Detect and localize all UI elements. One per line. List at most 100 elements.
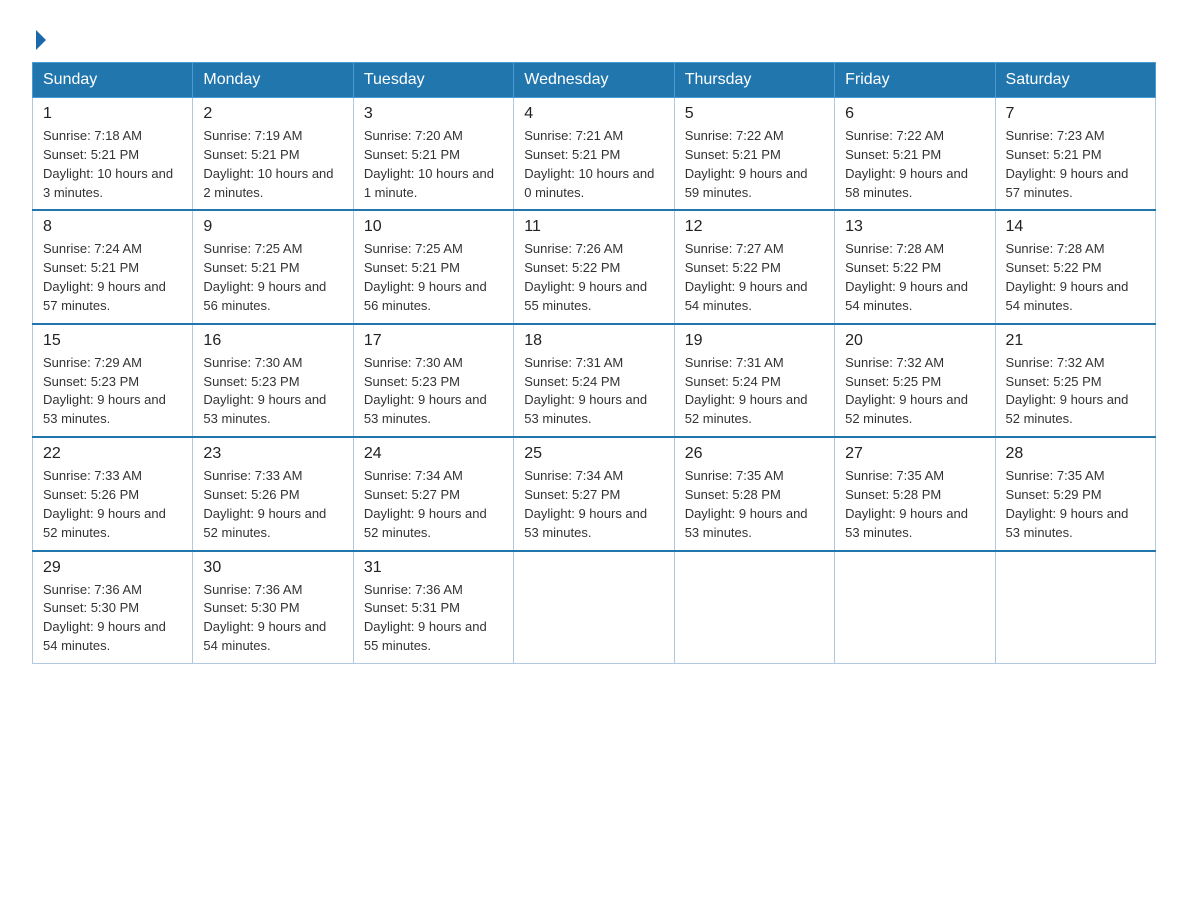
day-info: Sunrise: 7:22 AMSunset: 5:21 PMDaylight:… (685, 127, 824, 202)
calendar-cell: 6 Sunrise: 7:22 AMSunset: 5:21 PMDaylight… (835, 98, 995, 211)
logo-triangle-icon (36, 30, 46, 50)
calendar-cell: 28 Sunrise: 7:35 AMSunset: 5:29 PMDayligh… (995, 437, 1155, 550)
day-number: 24 (364, 445, 503, 463)
day-number: 18 (524, 332, 663, 350)
day-info: Sunrise: 7:30 AMSunset: 5:23 PMDaylight:… (203, 354, 342, 429)
day-number: 13 (845, 218, 984, 236)
day-info: Sunrise: 7:36 AMSunset: 5:30 PMDaylight:… (43, 581, 182, 656)
calendar-cell: 7 Sunrise: 7:23 AMSunset: 5:21 PMDaylight… (995, 98, 1155, 211)
day-info: Sunrise: 7:22 AMSunset: 5:21 PMDaylight:… (845, 127, 984, 202)
day-info: Sunrise: 7:26 AMSunset: 5:22 PMDaylight:… (524, 240, 663, 315)
calendar-cell (674, 551, 834, 664)
calendar-cell: 14 Sunrise: 7:28 AMSunset: 5:22 PMDayligh… (995, 210, 1155, 323)
day-number: 8 (43, 218, 182, 236)
day-info: Sunrise: 7:35 AMSunset: 5:29 PMDaylight:… (1006, 467, 1145, 542)
day-number: 6 (845, 105, 984, 123)
day-number: 17 (364, 332, 503, 350)
calendar-cell: 19 Sunrise: 7:31 AMSunset: 5:24 PMDayligh… (674, 324, 834, 437)
calendar-cell: 24 Sunrise: 7:34 AMSunset: 5:27 PMDayligh… (353, 437, 513, 550)
day-info: Sunrise: 7:31 AMSunset: 5:24 PMDaylight:… (524, 354, 663, 429)
day-info: Sunrise: 7:19 AMSunset: 5:21 PMDaylight:… (203, 127, 342, 202)
day-number: 4 (524, 105, 663, 123)
calendar-cell: 29 Sunrise: 7:36 AMSunset: 5:30 PMDayligh… (33, 551, 193, 664)
weekday-header-sunday: Sunday (33, 63, 193, 98)
weekday-header-thursday: Thursday (674, 63, 834, 98)
day-info: Sunrise: 7:23 AMSunset: 5:21 PMDaylight:… (1006, 127, 1145, 202)
day-info: Sunrise: 7:28 AMSunset: 5:22 PMDaylight:… (1006, 240, 1145, 315)
day-number: 19 (685, 332, 824, 350)
day-number: 3 (364, 105, 503, 123)
day-info: Sunrise: 7:20 AMSunset: 5:21 PMDaylight:… (364, 127, 503, 202)
day-number: 1 (43, 105, 182, 123)
day-info: Sunrise: 7:25 AMSunset: 5:21 PMDaylight:… (203, 240, 342, 315)
day-number: 26 (685, 445, 824, 463)
day-info: Sunrise: 7:25 AMSunset: 5:21 PMDaylight:… (364, 240, 503, 315)
week-row-1: 1 Sunrise: 7:18 AMSunset: 5:21 PMDaylight… (33, 98, 1156, 211)
week-row-4: 22 Sunrise: 7:33 AMSunset: 5:26 PMDayligh… (33, 437, 1156, 550)
day-number: 28 (1006, 445, 1145, 463)
calendar-cell: 22 Sunrise: 7:33 AMSunset: 5:26 PMDayligh… (33, 437, 193, 550)
calendar-cell: 9Sunrise: 7:25 AMSunset: 5:21 PMDaylight… (193, 210, 353, 323)
day-number: 10 (364, 218, 503, 236)
week-row-5: 29 Sunrise: 7:36 AMSunset: 5:30 PMDayligh… (33, 551, 1156, 664)
day-info: Sunrise: 7:30 AMSunset: 5:23 PMDaylight:… (364, 354, 503, 429)
weekday-header-friday: Friday (835, 63, 995, 98)
calendar-cell: 5 Sunrise: 7:22 AMSunset: 5:21 PMDaylight… (674, 98, 834, 211)
day-info: Sunrise: 7:35 AMSunset: 5:28 PMDaylight:… (845, 467, 984, 542)
calendar-cell (514, 551, 674, 664)
day-info: Sunrise: 7:31 AMSunset: 5:24 PMDaylight:… (685, 354, 824, 429)
calendar-cell: 20Sunrise: 7:32 AMSunset: 5:25 PMDayligh… (835, 324, 995, 437)
calendar-cell: 31 Sunrise: 7:36 AMSunset: 5:31 PMDayligh… (353, 551, 513, 664)
day-number: 14 (1006, 218, 1145, 236)
calendar-cell: 23Sunrise: 7:33 AMSunset: 5:26 PMDayligh… (193, 437, 353, 550)
calendar-cell: 16Sunrise: 7:30 AMSunset: 5:23 PMDayligh… (193, 324, 353, 437)
day-number: 25 (524, 445, 663, 463)
day-number: 5 (685, 105, 824, 123)
calendar-cell (835, 551, 995, 664)
weekday-header-saturday: Saturday (995, 63, 1155, 98)
day-number: 31 (364, 559, 503, 577)
day-number: 7 (1006, 105, 1145, 123)
calendar-cell: 21Sunrise: 7:32 AMSunset: 5:25 PMDayligh… (995, 324, 1155, 437)
calendar-cell: 8 Sunrise: 7:24 AMSunset: 5:21 PMDaylight… (33, 210, 193, 323)
calendar-cell: 3 Sunrise: 7:20 AMSunset: 5:21 PMDaylight… (353, 98, 513, 211)
day-number: 2 (203, 105, 342, 123)
week-row-3: 15 Sunrise: 7:29 AMSunset: 5:23 PMDayligh… (33, 324, 1156, 437)
day-info: Sunrise: 7:36 AMSunset: 5:31 PMDaylight:… (364, 581, 503, 656)
day-info: Sunrise: 7:33 AMSunset: 5:26 PMDaylight:… (203, 467, 342, 542)
weekday-header-wednesday: Wednesday (514, 63, 674, 98)
day-number: 29 (43, 559, 182, 577)
day-info: Sunrise: 7:33 AMSunset: 5:26 PMDaylight:… (43, 467, 182, 542)
calendar-cell (995, 551, 1155, 664)
day-info: Sunrise: 7:28 AMSunset: 5:22 PMDaylight:… (845, 240, 984, 315)
calendar-cell: 15 Sunrise: 7:29 AMSunset: 5:23 PMDayligh… (33, 324, 193, 437)
calendar-cell: 17 Sunrise: 7:30 AMSunset: 5:23 PMDayligh… (353, 324, 513, 437)
calendar-cell: 30Sunrise: 7:36 AMSunset: 5:30 PMDayligh… (193, 551, 353, 664)
calendar-cell: 2 Sunrise: 7:19 AMSunset: 5:21 PMDaylight… (193, 98, 353, 211)
day-number: 20 (845, 332, 984, 350)
page-header (32, 24, 1156, 52)
calendar-cell: 13 Sunrise: 7:28 AMSunset: 5:22 PMDayligh… (835, 210, 995, 323)
day-number: 15 (43, 332, 182, 350)
day-info: Sunrise: 7:29 AMSunset: 5:23 PMDaylight:… (43, 354, 182, 429)
calendar-cell: 4 Sunrise: 7:21 AMSunset: 5:21 PMDaylight… (514, 98, 674, 211)
calendar-cell: 12Sunrise: 7:27 AMSunset: 5:22 PMDayligh… (674, 210, 834, 323)
calendar-cell: 27 Sunrise: 7:35 AMSunset: 5:28 PMDayligh… (835, 437, 995, 550)
calendar-cell: 25Sunrise: 7:34 AMSunset: 5:27 PMDayligh… (514, 437, 674, 550)
day-number: 21 (1006, 332, 1145, 350)
week-row-2: 8 Sunrise: 7:24 AMSunset: 5:21 PMDaylight… (33, 210, 1156, 323)
calendar-cell: 26 Sunrise: 7:35 AMSunset: 5:28 PMDayligh… (674, 437, 834, 550)
logo-blue-row (32, 30, 46, 52)
day-info: Sunrise: 7:18 AMSunset: 5:21 PMDaylight:… (43, 127, 182, 202)
day-info: Sunrise: 7:27 AMSunset: 5:22 PMDaylight:… (685, 240, 824, 315)
day-info: Sunrise: 7:36 AMSunset: 5:30 PMDaylight:… (203, 581, 342, 656)
day-number: 22 (43, 445, 182, 463)
logo (32, 30, 46, 52)
day-number: 27 (845, 445, 984, 463)
day-info: Sunrise: 7:34 AMSunset: 5:27 PMDaylight:… (364, 467, 503, 542)
weekday-header-row: SundayMondayTuesdayWednesdayThursdayFrid… (33, 63, 1156, 98)
day-info: Sunrise: 7:35 AMSunset: 5:28 PMDaylight:… (685, 467, 824, 542)
day-info: Sunrise: 7:21 AMSunset: 5:21 PMDaylight:… (524, 127, 663, 202)
day-info: Sunrise: 7:24 AMSunset: 5:21 PMDaylight:… (43, 240, 182, 315)
calendar-table: SundayMondayTuesdayWednesdayThursdayFrid… (32, 62, 1156, 664)
